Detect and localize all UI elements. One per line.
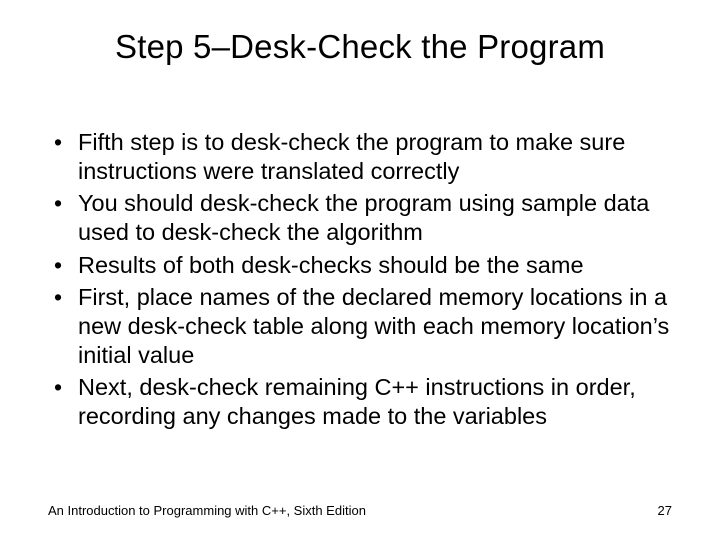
bullet-list: Fifth step is to desk-check the program …	[48, 128, 672, 431]
slide-title: Step 5–Desk-Check the Program	[0, 28, 720, 66]
list-item: You should desk-check the program using …	[48, 189, 672, 246]
list-item: Results of both desk-checks should be th…	[48, 251, 672, 280]
slide: Step 5–Desk-Check the Program Fifth step…	[0, 0, 720, 540]
page-number: 27	[658, 503, 672, 518]
list-item: Next, desk-check remaining C++ instructi…	[48, 373, 672, 430]
footer-source: An Introduction to Programming with C++,…	[48, 503, 366, 518]
list-item: First, place names of the declared memor…	[48, 283, 672, 369]
list-item: Fifth step is to desk-check the program …	[48, 128, 672, 185]
slide-body: Fifth step is to desk-check the program …	[48, 128, 672, 435]
